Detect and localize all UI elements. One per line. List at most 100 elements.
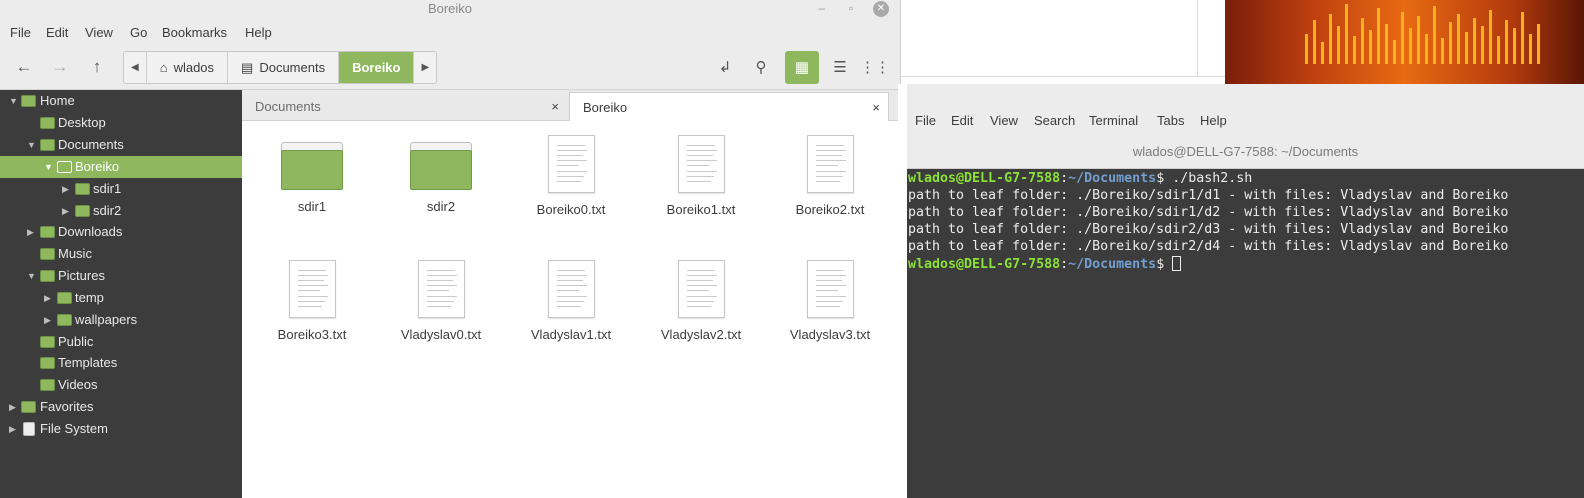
wallpaper-bar <box>1497 36 1500 64</box>
terminal-output[interactable]: wlados@DELL-G7-7588:~/Documents$ ./bash2… <box>907 169 1584 498</box>
file-item-boreiko1[interactable]: Boreiko1.txt <box>641 135 761 217</box>
menu-help[interactable]: Help <box>245 25 272 40</box>
expand-icon[interactable]: ▶ <box>44 309 51 331</box>
file-item-vladyslav1[interactable]: Vladyslav1.txt <box>511 260 631 342</box>
tab-close-icon[interactable]: × <box>551 92 559 121</box>
sidebar-item-label: Pictures <box>58 268 105 283</box>
terminal-menu-file[interactable]: File <box>915 113 936 128</box>
collapse-icon[interactable]: ▼ <box>27 134 36 156</box>
terminal-menu-tabs[interactable]: Tabs <box>1157 113 1184 128</box>
menu-file[interactable]: File <box>10 25 31 40</box>
folder-icon <box>40 226 55 238</box>
file-manager-titlebar[interactable]: Boreiko – ▫ ✕ <box>0 0 900 18</box>
terminal-menu-help[interactable]: Help <box>1200 113 1227 128</box>
sidebar-item-label: Videos <box>58 377 98 392</box>
file-item-boreiko0[interactable]: Boreiko0.txt <box>511 135 631 217</box>
terminal-menu-search[interactable]: Search <box>1034 113 1075 128</box>
menu-bar: File Edit View Go Bookmarks Help <box>0 18 900 46</box>
background-window-edge <box>898 84 907 498</box>
terminal-menu-terminal[interactable]: Terminal <box>1089 113 1138 128</box>
sidebar-item-sdir2[interactable]: ▶ sdir2 <box>0 200 242 222</box>
file-item-vladyslav2[interactable]: Vladyslav2.txt <box>641 260 761 342</box>
sidebar-item-documents[interactable]: ▼ Documents <box>0 134 242 156</box>
sidebar-item-label: Public <box>58 334 94 349</box>
file-item-boreiko3[interactable]: Boreiko3.txt <box>252 260 372 342</box>
list-view-icon[interactable]: ☰ <box>823 51 857 84</box>
sidebar-item-public[interactable]: Public <box>0 331 242 353</box>
home-folder-icon <box>21 95 36 107</box>
breadcrumb-home[interactable]: ⌂ wlados <box>147 52 229 83</box>
sidebar: ▼ Home Desktop ▼ Documents ▼ Boreiko ▶ s… <box>0 90 242 498</box>
menu-go[interactable]: Go <box>130 25 147 40</box>
sidebar-item-templates[interactable]: Templates <box>0 352 242 374</box>
breadcrumb-left-icon[interactable]: ◀ <box>124 52 147 83</box>
icon-view-button[interactable]: ▦ <box>785 51 819 84</box>
tab-documents[interactable]: Documents × <box>242 92 567 121</box>
file-item-sdir1[interactable]: sdir1 <box>252 142 372 214</box>
wallpaper-bar <box>1425 34 1428 64</box>
search-icon[interactable]: ⚲ <box>744 51 778 84</box>
toggle-location-icon[interactable]: ↲ <box>708 51 742 84</box>
pictures-folder-icon <box>40 270 55 282</box>
file-item-vladyslav3[interactable]: Vladyslav3.txt <box>770 260 890 342</box>
folder-icon <box>75 183 90 195</box>
file-view[interactable]: Documents × Boreiko × sdir1 sdir2 Boreik… <box>242 90 898 498</box>
maximize-icon[interactable]: ▫ <box>843 1 859 17</box>
sidebar-item-videos[interactable]: Videos <box>0 374 242 396</box>
sidebar-item-sdir1[interactable]: ▶ sdir1 <box>0 178 242 200</box>
forward-arrow-icon[interactable]: → <box>45 52 75 82</box>
sidebar-item-desktop[interactable]: Desktop <box>0 112 242 134</box>
sidebar-item-file-system[interactable]: ▶ File System <box>0 418 242 440</box>
breadcrumb-right-icon[interactable]: ▶ <box>414 52 436 83</box>
expand-icon[interactable]: ▶ <box>27 221 34 243</box>
file-name: Boreiko0.txt <box>536 202 606 217</box>
wallpaper-bar <box>1465 32 1468 64</box>
collapse-icon[interactable]: ▼ <box>44 156 53 178</box>
tab-close-icon[interactable]: × <box>872 93 880 122</box>
terminal-menu-edit[interactable]: Edit <box>951 113 973 128</box>
wallpaper-bar <box>1449 22 1452 64</box>
folder-icon <box>57 161 72 173</box>
file-item-vladyslav0[interactable]: Vladyslav0.txt <box>381 260 501 342</box>
collapse-icon[interactable]: ▼ <box>27 265 36 287</box>
text-file-icon <box>547 135 595 193</box>
output-line: path to leaf folder: ./Boreiko/sdir2/d3 … <box>908 221 1509 237</box>
expand-icon[interactable]: ▶ <box>9 418 16 440</box>
tab-label: Boreiko <box>583 100 628 115</box>
breadcrumb-documents[interactable]: ▤ Documents <box>228 52 340 83</box>
collapse-icon[interactable]: ▼ <box>9 90 18 112</box>
breadcrumb-current[interactable]: Boreiko <box>339 52 415 83</box>
sidebar-item-downloads[interactable]: ▶ Downloads <box>0 221 242 243</box>
terminal-header[interactable]: File Edit View Search Terminal Tabs Help… <box>907 84 1584 169</box>
expand-icon[interactable]: ▶ <box>44 287 51 309</box>
up-arrow-icon[interactable]: ↑ <box>82 52 112 82</box>
sidebar-item-label: Documents <box>58 137 124 152</box>
menu-view[interactable]: View <box>85 25 113 40</box>
back-arrow-icon[interactable]: ← <box>9 52 39 82</box>
minimize-icon[interactable]: – <box>814 1 830 17</box>
wallpaper-bar <box>1489 10 1492 64</box>
tab-boreiko[interactable]: Boreiko × <box>569 92 889 121</box>
sidebar-item-wallpapers[interactable]: ▶ wallpapers <box>0 309 242 331</box>
sidebar-item-pictures[interactable]: ▼ Pictures <box>0 265 242 287</box>
sidebar-item-home[interactable]: ▼ Home <box>0 90 242 112</box>
menu-edit[interactable]: Edit <box>46 25 68 40</box>
expand-icon[interactable]: ▶ <box>62 200 69 222</box>
file-item-sdir2[interactable]: sdir2 <box>381 142 501 214</box>
file-manager-window: Boreiko – ▫ ✕ File Edit View Go Bookmark… <box>0 0 900 498</box>
file-item-boreiko2[interactable]: Boreiko2.txt <box>770 135 890 217</box>
expand-icon[interactable]: ▶ <box>9 396 16 418</box>
sidebar-item-label: Music <box>58 246 92 261</box>
sidebar-item-label: Desktop <box>58 115 106 130</box>
menu-bookmarks[interactable]: Bookmarks <box>162 25 227 40</box>
sidebar-item-temp[interactable]: ▶ temp <box>0 287 242 309</box>
sidebar-item-music[interactable]: Music <box>0 243 242 265</box>
close-icon[interactable]: ✕ <box>873 1 889 17</box>
sidebar-item-boreiko[interactable]: ▼ Boreiko <box>0 156 242 178</box>
file-name: sdir2 <box>426 199 456 214</box>
terminal-menu-view[interactable]: View <box>990 113 1018 128</box>
sidebar-item-favorites[interactable]: ▶ Favorites <box>0 396 242 418</box>
expand-icon[interactable]: ▶ <box>62 178 69 200</box>
compact-view-icon[interactable]: ⋮⋮ <box>858 51 892 84</box>
file-name: Boreiko3.txt <box>277 327 347 342</box>
